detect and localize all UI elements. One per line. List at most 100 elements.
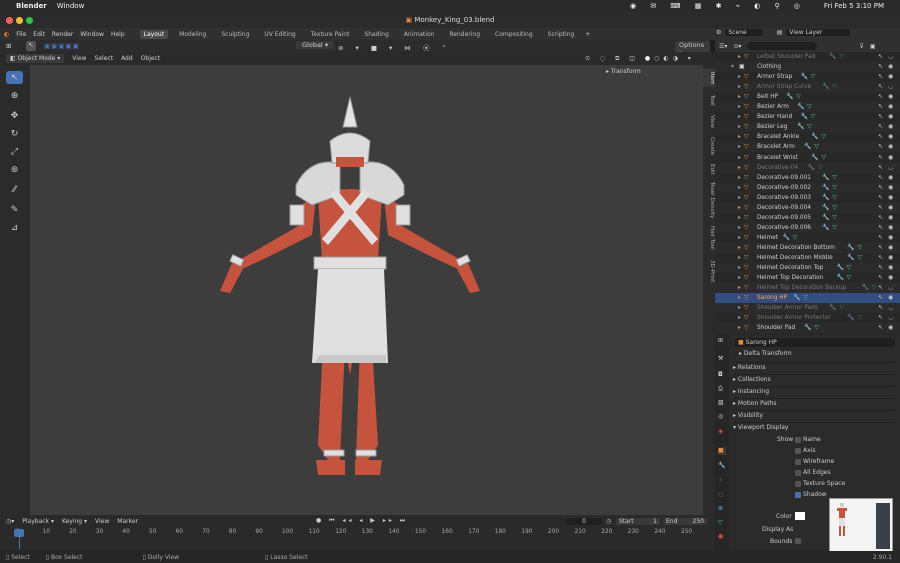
outliner-row[interactable]: ▽ ▸ Bracelet Wrist 🔧 ▽ ↖ ◉ <box>715 153 900 163</box>
modifier-icon[interactable]: 🔧 <box>801 112 808 122</box>
selectable-icon[interactable]: ↖ <box>878 183 883 193</box>
mesh-data-icon[interactable]: ▽ <box>839 303 844 313</box>
outliner-row[interactable]: ▽ ▸ Armor Strap 🔧 ▽ ↖ ◉ <box>715 72 900 82</box>
draw-icon[interactable]: ✎ <box>6 203 23 216</box>
view-layer-properties-icon[interactable]: ▨ <box>718 399 726 407</box>
measure-icon[interactable]: ⊿ <box>6 221 23 234</box>
menu-view[interactable]: View <box>72 55 86 62</box>
section-viewport-display[interactable]: ▾ Viewport Display <box>733 422 895 431</box>
show-axis-checkbox[interactable]: Axis <box>795 447 815 454</box>
tab-layout[interactable]: Layout <box>139 29 169 39</box>
visibility-eye-icon[interactable]: ◉ <box>888 62 893 72</box>
object-mode-dropdown[interactable]: ◧ Object Mode ▾ <box>6 54 65 63</box>
outliner-row[interactable]: ▽ ▸ Decorative-09.005 🔧 ▽ ↖ ◉ <box>715 213 900 223</box>
expand-icon[interactable]: ▸ <box>738 293 741 303</box>
expand-icon[interactable]: ▸ <box>738 112 741 122</box>
expand-icon[interactable]: ▸ <box>738 233 741 243</box>
expand-icon[interactable]: ▸ <box>738 153 741 163</box>
visibility-eye-icon[interactable]: ◉ <box>888 323 893 333</box>
object-properties-icon[interactable]: ■ <box>718 447 726 455</box>
mesh-data-icon[interactable]: ▽ <box>821 153 826 163</box>
3d-viewport[interactable]: ▸ Transform <box>0 65 715 515</box>
visibility-eye-icon[interactable]: ◉ <box>888 243 893 253</box>
visibility-eye-icon[interactable]: ◉ <box>888 102 893 112</box>
section-collections[interactable]: ▸ Collections <box>733 374 895 383</box>
playback-controls[interactable]: ● ⏮ ◂◂ ◂ ▶ ▸▸ ⏭ <box>316 517 408 525</box>
modifier-icon[interactable]: 🔧 <box>808 163 815 173</box>
modifier-icon[interactable]: 🔧 <box>797 122 804 132</box>
tab-uv-editing[interactable]: UV Editing <box>260 30 299 39</box>
mesh-data-icon[interactable]: ▽ <box>857 243 862 253</box>
selectable-icon[interactable]: ↖ <box>878 92 883 102</box>
mesh-data-icon[interactable]: ▽ <box>793 233 798 243</box>
tab-modeling[interactable]: Modeling <box>175 30 210 39</box>
mesh-data-icon[interactable]: ▽ <box>832 203 837 213</box>
cursor-icon[interactable]: ⊕ <box>6 89 23 102</box>
expand-icon[interactable]: ▸ <box>738 243 741 253</box>
outliner-row[interactable]: ▽ ▸ Lefbat Shoulder Pad 🔧 ▽ ↖ ◡ <box>715 52 900 62</box>
modifier-icon[interactable]: 🔧 <box>811 153 818 163</box>
tab-3d-print[interactable]: 3D-Print <box>703 257 715 285</box>
section-delta-transform[interactable]: ▸ Delta Transform <box>739 350 792 357</box>
visibility-eye-icon[interactable]: ◉ <box>888 223 893 233</box>
selectable-icon[interactable]: ↖ <box>878 52 883 62</box>
visibility-eye-icon[interactable]: ◉ <box>888 122 893 132</box>
annotate-icon[interactable]: ⁄⁄ <box>6 183 23 196</box>
mesh-data-icon[interactable]: ▽ <box>832 213 837 223</box>
mesh-data-icon[interactable]: ▽ <box>811 112 816 122</box>
modifier-icon[interactable]: 🔧 <box>804 323 811 333</box>
outliner-row[interactable]: ▣ ▾ Clothing ↖ ◉ <box>715 62 900 73</box>
menu-window[interactable]: Window <box>80 31 104 38</box>
selectable-icon[interactable]: ↖ <box>878 62 883 72</box>
visibility-eye-icon[interactable]: ◉ <box>888 253 893 263</box>
modifier-icon[interactable]: 🔧 <box>793 293 800 303</box>
show-all-edges-checkbox[interactable]: All Edges <box>795 469 831 476</box>
visibility-eye-icon[interactable]: ◉ <box>888 273 893 283</box>
tab-texel-density[interactable]: Texel Density <box>703 181 715 219</box>
render-properties-icon[interactable]: ◘ <box>718 371 726 379</box>
mesh-data-icon[interactable]: ▽ <box>814 142 819 152</box>
section-relations[interactable]: ▸ Relations <box>733 362 895 371</box>
tab-rendering[interactable]: Rendering <box>445 30 484 39</box>
expand-icon[interactable]: ▾ <box>731 62 734 72</box>
section-motion-paths[interactable]: ▸ Motion Paths <box>733 398 895 407</box>
selectable-icon[interactable]: ↖ <box>878 163 883 173</box>
visibility-eye-icon[interactable]: ◉ <box>888 233 893 243</box>
visibility-eye-icon[interactable]: ◉ <box>888 193 893 203</box>
expand-icon[interactable]: ▸ <box>738 193 741 203</box>
modifier-icon[interactable]: 🔧 <box>829 303 836 313</box>
mesh-data-icon[interactable]: ▽ <box>832 193 837 203</box>
show-shadow-checkbox[interactable]: Shadow <box>795 491 827 498</box>
outliner-row[interactable]: ▽ ▸ Shoulder Armor Pads 🔧 ▽ ↖ ◡ <box>715 303 900 314</box>
window-menu[interactable]: Window <box>57 2 85 10</box>
output-properties-icon[interactable]: ⎙ <box>718 385 726 393</box>
outliner-row[interactable]: ▽ ▸ Helmet 🔧 ▽ ↖ ◉ <box>715 233 900 243</box>
outliner-row[interactable]: ▽ ▸ Helmet Decoration Middle 🔧 ▽ ↖ ◉ <box>715 253 900 263</box>
selectable-icon[interactable]: ↖ <box>878 132 883 142</box>
expand-icon[interactable]: ▸ <box>738 283 741 293</box>
view-layer-selector[interactable]: View Layer <box>786 29 851 36</box>
visibility-eye-icon[interactable]: ◡ <box>888 283 893 293</box>
constraints-icon[interactable]: ⊗ <box>718 505 726 513</box>
transform-orientation-dropdown[interactable]: Global ▾ <box>296 41 335 49</box>
playhead[interactable] <box>14 529 24 537</box>
tab-scripting[interactable]: Scripting <box>544 30 579 39</box>
outliner-row[interactable]: ▽ ▸ Decorative-09.006 🔧 ▽ ↖ ◉ <box>715 222 900 233</box>
modifier-icon[interactable]: 🔧 <box>822 173 829 183</box>
modifier-icon[interactable]: 🔧 <box>822 183 829 193</box>
modifier-icon[interactable]: 🔧 <box>822 223 829 233</box>
outliner-row[interactable]: ▽ ▸ Helmet Top Decoration Backup 🔧 ▽ ↖ ◡ <box>715 283 900 294</box>
snap-icons[interactable]: ⊚ ▾ ■ ▾ ⋈ ⦿ ⌃ <box>338 42 452 52</box>
tab-shading[interactable]: Shading <box>360 30 392 39</box>
tab-create[interactable]: Create <box>703 135 715 157</box>
modifier-icon[interactable]: 🔧 <box>783 233 790 243</box>
modifier-icon[interactable]: 🔧 <box>786 92 793 102</box>
outliner-row[interactable]: ▽ ▸ Helmet Decoration Top 🔧 ▽ ↖ ◉ <box>715 263 900 274</box>
mesh-data-icon[interactable]: ▽ <box>832 82 837 92</box>
mesh-data-icon[interactable]: ▽ <box>814 323 819 333</box>
display-mode-icon[interactable]: ⊙▾ <box>733 43 741 50</box>
selectable-icon[interactable]: ↖ <box>878 122 883 132</box>
outliner-row[interactable]: ▽ ▸ Helmet Decoration Bottom 🔧 ▽ ↖ ◉ <box>715 242 900 253</box>
marker-menu[interactable]: Marker <box>117 518 138 525</box>
selectable-icon[interactable]: ↖ <box>878 243 883 253</box>
